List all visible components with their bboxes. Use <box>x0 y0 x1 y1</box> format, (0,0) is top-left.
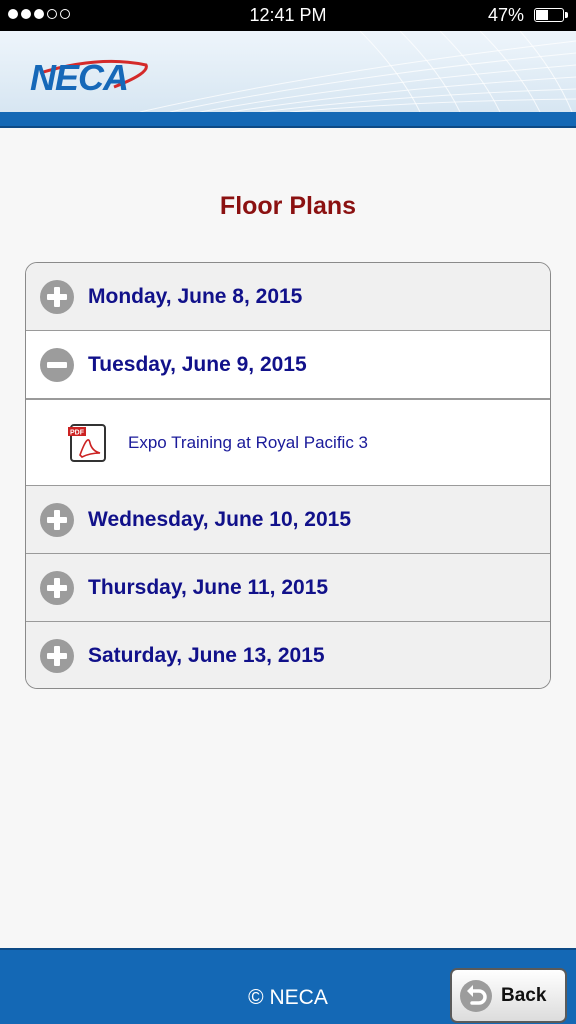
day-label: Saturday, June 13, 2015 <box>88 644 325 667</box>
day-header-tuesday[interactable]: Tuesday, June 9, 2015 <box>26 331 550 398</box>
floor-plans-accordion: Monday, June 8, 2015 Tuesday, June 9, 20… <box>25 262 551 689</box>
plus-icon <box>40 279 74 314</box>
day-header-monday[interactable]: Monday, June 8, 2015 <box>26 263 550 330</box>
day-label: Tuesday, June 9, 2015 <box>88 352 307 376</box>
minus-icon <box>40 347 74 382</box>
pdf-icon[interactable]: PDF <box>68 423 108 463</box>
back-button[interactable]: Back <box>450 968 567 1023</box>
file-link[interactable]: Expo Training at Royal Pacific 3 <box>128 433 368 453</box>
undo-arrow-icon <box>460 979 492 1012</box>
back-label: Back <box>501 984 547 1006</box>
header-accent-bar <box>0 112 576 126</box>
plus-icon <box>40 502 74 537</box>
svg-text:PDF: PDF <box>70 429 85 436</box>
day-header-wednesday[interactable]: Wednesday, June 10, 2015 <box>26 486 550 553</box>
neca-logo: NECA <box>30 51 160 99</box>
day-header-saturday[interactable]: Saturday, June 13, 2015 <box>26 622 550 688</box>
day-label: Monday, June 8, 2015 <box>88 284 303 308</box>
footer-bar: © NECA Back <box>0 948 576 1024</box>
day-content-tuesday: PDF Expo Training at Royal Pacific 3 <box>26 400 550 485</box>
status-bar: 12:41 PM 47% <box>0 0 576 31</box>
day-label: Wednesday, June 10, 2015 <box>88 507 352 531</box>
header-divider <box>0 126 576 128</box>
day-label: Thursday, June 11, 2015 <box>88 575 329 599</box>
battery-percent: 47% <box>487 5 524 25</box>
page-title: Floor Plans <box>219 192 357 220</box>
day-header-thursday[interactable]: Thursday, June 11, 2015 <box>26 554 550 621</box>
app-header: NECA <box>0 31 576 112</box>
plus-icon <box>40 639 74 673</box>
plus-icon <box>40 570 74 605</box>
battery-icon <box>534 8 568 22</box>
